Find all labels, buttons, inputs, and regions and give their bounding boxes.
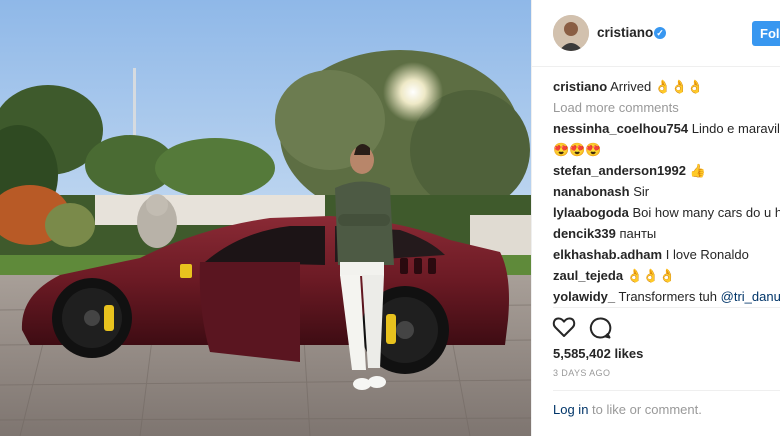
comment-username[interactable]: dencik339 — [553, 226, 616, 241]
comment-username[interactable]: stefan_anderson1992 — [553, 163, 686, 178]
comment-username[interactable]: zaul_tejeda — [553, 268, 623, 283]
comment-text: Boi how many cars do u have — [632, 205, 780, 220]
comment-row: stefan_anderson1992 👍 — [553, 160, 780, 181]
comments-list: cristiano Arrived 👌👌👌 Load more comments… — [553, 76, 780, 307]
comment-username[interactable]: nanabonash — [553, 184, 630, 199]
section-divider — [553, 390, 780, 391]
comment-row: dencik339 панты — [553, 223, 780, 244]
avatar[interactable] — [553, 15, 589, 51]
post-author-username[interactable]: cristiano — [597, 25, 653, 40]
comment-continuation: 😍😍😍 — [553, 142, 602, 157]
follow-button[interactable]: Follow — [752, 21, 780, 46]
post-side-panel: cristiano ✓ Follow cristiano Arrived 👌👌👌… — [531, 0, 780, 436]
comment-text: Lindo e maravilhoso — [691, 121, 780, 136]
comment-row: elkhashab.adham I love Ronaldo — [553, 244, 780, 265]
post-photo[interactable] — [0, 0, 531, 436]
comment-row: yolawidy_ Transformers tuh @tri_danu — [553, 286, 780, 307]
comment-text: 👌👌👌 — [626, 268, 676, 283]
comment-row: nessinha_coelhou754 Lindo e maravilhoso — [553, 118, 780, 139]
verified-badge-icon: ✓ — [654, 27, 666, 39]
caption-text: Arrived 👌👌👌 — [610, 79, 704, 94]
comment-text: панты — [619, 226, 657, 241]
comment-text: Sir — [633, 184, 650, 199]
post-timestamp[interactable]: 3 DAYS AGO — [553, 368, 610, 378]
post-header: cristiano ✓ Follow — [532, 0, 780, 67]
comment-bubble-icon[interactable] — [588, 316, 612, 345]
comment-text: 👍 — [689, 163, 706, 178]
login-prompt: Log in to like or comment. — [553, 402, 702, 417]
comment-mention-link[interactable]: @tri_danu — [721, 289, 780, 304]
comment-row: zaul_tejeda 👌👌👌 — [553, 265, 780, 286]
heart-icon[interactable] — [552, 316, 576, 343]
comment-username[interactable]: nessinha_coelhou754 — [553, 121, 688, 136]
comment-text: I love Ronaldo — [665, 247, 749, 262]
comment-row: nanabonash Sir — [553, 181, 780, 202]
login-prompt-suffix: to like or comment. — [588, 402, 702, 417]
comment-text: Transformers tuh — [618, 289, 718, 304]
likes-count[interactable]: 5,585,402 likes — [553, 346, 643, 362]
avatar-image — [553, 15, 589, 51]
post-photo-illustration — [0, 0, 531, 436]
login-link[interactable]: Log in — [553, 402, 588, 417]
comment-username[interactable]: elkhashab.adham — [553, 247, 662, 262]
comment-username[interactable]: yolawidy_ — [553, 289, 615, 304]
load-more-comments-link[interactable]: Load more comments — [553, 97, 780, 118]
caption: cristiano Arrived 👌👌👌 — [553, 76, 780, 97]
comment-username[interactable]: lylaabogoda — [553, 205, 629, 220]
section-divider — [553, 307, 780, 308]
caption-username[interactable]: cristiano — [553, 79, 607, 94]
comment-row: lylaabogoda Boi how many cars do u have — [553, 202, 780, 223]
